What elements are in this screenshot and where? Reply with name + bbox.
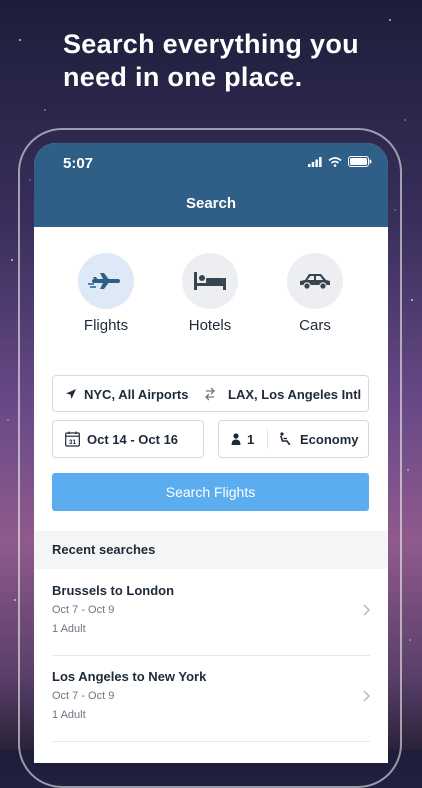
wifi-icon xyxy=(328,156,342,167)
nav-title: Search xyxy=(185,195,237,212)
recent-search-title: Los Angeles to New York xyxy=(52,669,207,684)
location-arrow-icon xyxy=(65,388,77,403)
recent-search-item[interactable]: Los Angeles to New York Oct 7 - Oct 9 1 … xyxy=(52,655,371,742)
category-tabs: Flights Hotels Cars xyxy=(34,253,388,343)
recent-search-passengers: 1 Adult xyxy=(52,623,86,635)
dates-value: Oct 14 - Oct 16 xyxy=(87,432,179,447)
status-icons xyxy=(308,156,372,167)
recent-search-passengers: 1 Adult xyxy=(52,709,86,721)
chevron-right-icon xyxy=(363,603,371,621)
calendar-icon: 31 xyxy=(65,431,80,450)
car-icon xyxy=(300,274,330,290)
recent-searches-header: Recent searches xyxy=(34,531,388,569)
recent-search-dates: Oct 7 - Oct 9 xyxy=(52,604,115,616)
route-field: NYC, All Airports LAX, Los Angeles Intl xyxy=(52,375,369,412)
tab-flights-label: Flights xyxy=(83,317,129,334)
chevron-right-icon xyxy=(363,689,371,707)
calendar-day: 31 xyxy=(69,439,77,446)
search-flights-button[interactable]: Search Flights xyxy=(52,473,369,511)
tab-cars-label: Cars xyxy=(299,317,331,334)
bed-icon xyxy=(194,272,226,290)
recent-search-title: Brussels to London xyxy=(52,583,175,598)
tab-cars[interactable]: Cars xyxy=(270,253,360,334)
headline: Search everything you need in one place. xyxy=(63,29,359,92)
seat-icon xyxy=(279,432,292,448)
header-bar: 5:07 Search xyxy=(34,143,388,227)
dates-field[interactable]: 31 Oct 14 - Oct 16 xyxy=(52,420,204,458)
travelers-field[interactable]: 1 Economy xyxy=(218,420,369,458)
destination-input[interactable]: LAX, Los Angeles Intl xyxy=(228,387,361,402)
recent-search-dates: Oct 7 - Oct 9 xyxy=(52,690,115,702)
signal-icon xyxy=(308,156,322,167)
status-time: 5:07 xyxy=(63,155,94,172)
battery-icon xyxy=(348,156,372,167)
origin-input[interactable]: NYC, All Airports xyxy=(84,387,189,402)
tab-flights[interactable]: Flights xyxy=(61,253,151,334)
phone-screen: 5:07 Search Flights Hotels Cars NYC, All… xyxy=(34,143,388,763)
travelers-count: 1 xyxy=(247,432,255,447)
swap-icon[interactable] xyxy=(204,387,216,404)
person-icon xyxy=(231,433,241,448)
tab-hotels-label: Hotels xyxy=(188,317,232,334)
cabin-class: Economy xyxy=(300,432,359,447)
recent-search-item[interactable]: Brussels to London Oct 7 - Oct 9 1 Adult xyxy=(52,569,371,656)
tab-hotels[interactable]: Hotels xyxy=(165,253,255,334)
plane-icon xyxy=(88,273,120,289)
field-divider xyxy=(267,429,268,449)
